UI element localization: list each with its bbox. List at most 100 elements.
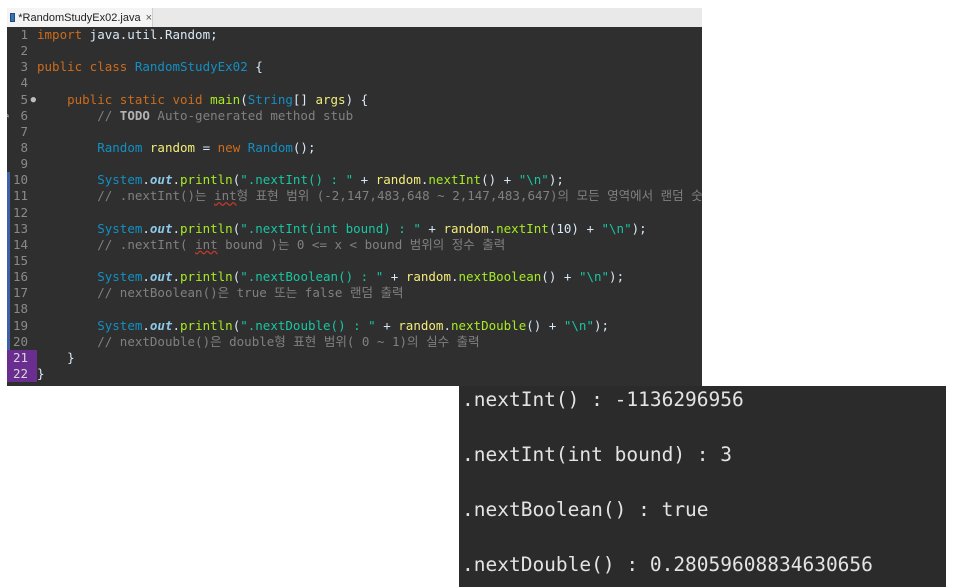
code-token: .	[172, 269, 181, 285]
line-number: 9	[20, 156, 28, 172]
code-text: // nextBoolean()은 true 또는 false 랜덤 출력	[37, 285, 404, 301]
editor-tab[interactable]: *RandomStudyEx02.java ×	[7, 8, 153, 27]
code-line[interactable]: 3 public class RandomStudyEx02 {	[7, 59, 702, 75]
code-line[interactable]: 12	[7, 204, 702, 221]
code-line[interactable]: 22}	[7, 365, 702, 383]
code-line[interactable]: 16 System.out.println(".nextBoolean() : …	[7, 269, 702, 286]
code-token: () +	[541, 269, 579, 285]
line-number: 5 ●	[20, 91, 36, 108]
code-token: Random	[97, 139, 143, 155]
task-marker-icon: ✎	[7, 108, 9, 124]
code-token: println	[180, 220, 233, 236]
code-line[interactable]: 7	[7, 124, 702, 140]
code-token: int	[214, 188, 237, 204]
code-token: []	[292, 91, 316, 107]
code-token: args	[315, 91, 346, 107]
code-line[interactable]: 14 // .nextInt( int bound )는 0 <= x < bo…	[7, 236, 702, 253]
code-line[interactable]: 11 // .nextInt()는 int형 표현 범위 (-2,147,483…	[7, 188, 702, 205]
code-line[interactable]: 13 System.out.println(".nextInt(int boun…	[7, 220, 702, 237]
java-file-icon	[10, 13, 16, 22]
code-line[interactable]: 8 Random random = new Random();	[7, 140, 702, 156]
line-number: 16	[7, 269, 37, 286]
code-token: random	[375, 172, 421, 188]
code-token: {	[247, 59, 263, 75]
line-number: 17	[7, 285, 37, 302]
code-line[interactable]: 15	[7, 252, 702, 270]
code-token: ".nextInt() : "	[240, 172, 354, 188]
code-token: );	[548, 172, 564, 188]
code-line[interactable]: 17 // nextBoolean()은 true 또는 false 랜덤 출력	[7, 285, 702, 302]
output-line: .nextInt(int bound) : 3	[462, 443, 733, 466]
code-text: System.out.println(".nextBoolean() : " +…	[37, 269, 624, 285]
code-token: .	[142, 220, 150, 236]
code-token: );	[631, 220, 647, 236]
code-line[interactable]: 20 // nextDouble()은 double형 표현 범위( 0 ~ 1…	[7, 333, 702, 350]
code-token: "\n"	[518, 172, 549, 188]
code-token: .	[142, 269, 150, 285]
code-token: "\n"	[578, 269, 610, 285]
code-token: // nextDouble()은 double형 표현 범위( 0 ~ 1)의 …	[97, 333, 480, 349]
line-number: 2	[20, 43, 28, 59]
close-icon[interactable]: ×	[146, 12, 152, 24]
code-token: TODO	[119, 107, 150, 123]
code-token: nextInt	[496, 220, 549, 236]
code-token: ".nextBoolean() : "	[240, 269, 384, 285]
code-area[interactable]: 1 import java.util.Random; 2 3 public class …	[7, 27, 702, 383]
code-token: }	[37, 365, 45, 381]
code-token: .	[172, 317, 181, 333]
code-line[interactable]: 19 System.out.println(".nextDouble() : "…	[7, 317, 702, 334]
code-token: =	[195, 139, 218, 155]
code-line[interactable]: 2	[7, 43, 702, 59]
code-line[interactable]: 1 import java.util.Random;	[7, 27, 702, 43]
code-token: new	[217, 139, 248, 155]
code-text: // .nextInt( int bound )는 0 <= x < bound…	[37, 237, 505, 253]
code-text: System.out.println(".nextDouble() : " + …	[37, 318, 609, 334]
code-token: ();	[292, 139, 316, 155]
line-number: 11	[7, 188, 37, 205]
code-token: Random	[247, 139, 293, 155]
code-token: public static void	[67, 91, 211, 107]
line-number: 19	[7, 317, 37, 334]
output-line: .nextBoolean() : true	[462, 498, 709, 521]
code-token: System	[97, 220, 143, 236]
code-token: bound )는 0 <= x < bound 범위의 정수 출력	[217, 236, 506, 252]
code-token: println	[180, 172, 233, 188]
code-token: ".nextDouble() : "	[240, 317, 376, 333]
code-text: System.out.println(".nextInt() : " + ran…	[37, 172, 564, 188]
console-output: .nextInt() : -1136296956 .nextInt(int bou…	[459, 386, 946, 587]
code-token: // nextBoolean()은 true 또는 false 랜덤 출력	[97, 285, 404, 301]
code-token: println	[180, 269, 233, 285]
code-line[interactable]: 10 System.out.println(".nextInt() : " + …	[7, 172, 702, 189]
code-token: .	[488, 220, 497, 236]
code-line[interactable]: 4	[7, 75, 702, 91]
code-token: +	[383, 269, 406, 285]
tab-title: *RandomStudyEx02.java	[18, 11, 141, 24]
code-token: System	[97, 317, 143, 333]
code-editor[interactable]: *RandomStudyEx02.java × 1 import java.uti…	[7, 8, 702, 386]
code-token: out	[149, 220, 173, 236]
code-token: "\n"	[563, 317, 594, 333]
code-token: nextDouble	[450, 317, 527, 333]
code-token: +	[353, 172, 376, 188]
line-number: 15	[7, 252, 37, 270]
line-number: 14	[7, 236, 37, 253]
line-number: 20	[7, 333, 37, 350]
code-line[interactable]: 6✎ // TODO Auto-generated method stub	[7, 108, 702, 124]
line-number: 8	[20, 139, 28, 155]
fold-marker-icon[interactable]: ●	[31, 92, 36, 108]
code-line[interactable]: 9	[7, 156, 702, 172]
code-token: +	[375, 317, 399, 333]
code-token: System	[97, 172, 143, 188]
code-text: import java.util.Random;	[37, 27, 218, 43]
code-line[interactable]: 5 ● public static void main(String[] args…	[7, 92, 702, 108]
code-line[interactable]: 21 }	[7, 349, 702, 366]
editor-tab-bar: *RandomStudyEx02.java ×	[7, 8, 702, 27]
code-line[interactable]: 18	[7, 301, 702, 318]
code-token: import	[37, 27, 83, 42]
code-token: System	[97, 269, 143, 285]
